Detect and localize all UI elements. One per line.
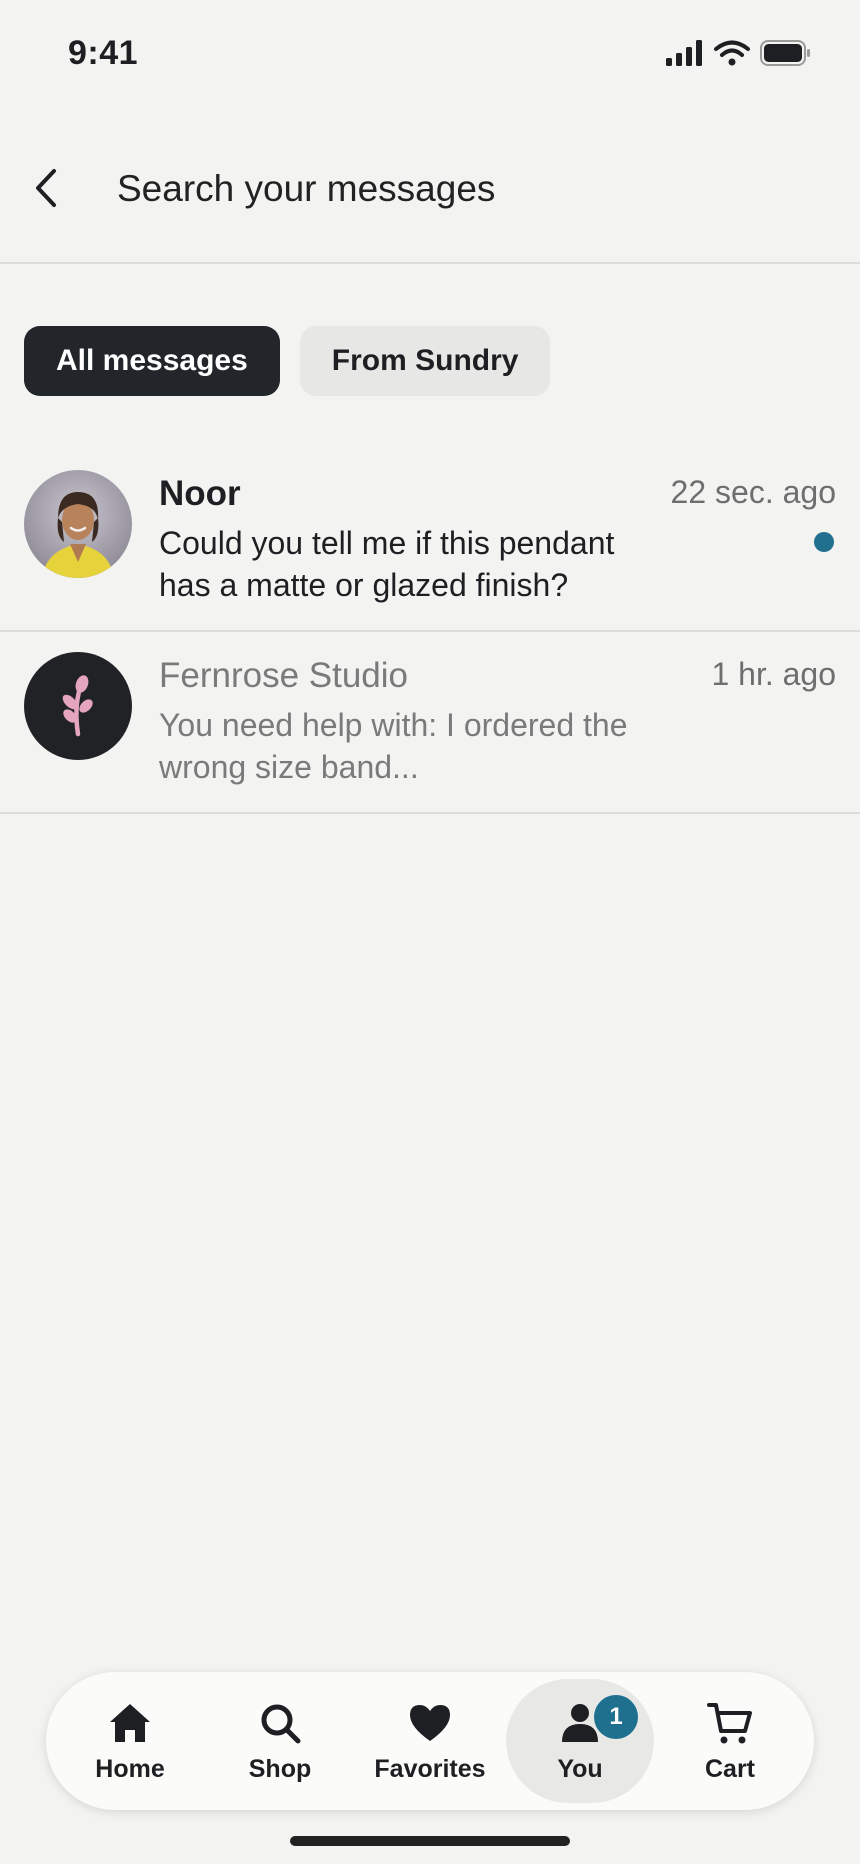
message-row-fernrose[interactable]: Fernrose Studio 1 hr. ago You need help … xyxy=(0,632,860,814)
cart-icon xyxy=(706,1699,754,1747)
signal-icon xyxy=(666,40,704,71)
nav-cart[interactable]: Cart xyxy=(656,1679,804,1803)
nav-favorites[interactable]: Favorites xyxy=(356,1679,504,1803)
nav-shop[interactable]: Shop xyxy=(206,1679,354,1803)
wifi-icon xyxy=(714,40,750,71)
search-input[interactable]: Search your messages xyxy=(117,168,495,210)
nav-label: Favorites xyxy=(374,1754,486,1783)
back-button[interactable] xyxy=(20,160,70,220)
bottom-nav: Home Shop Favorites You 1 Cart xyxy=(46,1672,814,1810)
nav-you[interactable]: You 1 xyxy=(506,1679,654,1803)
chevron-left-icon xyxy=(32,168,58,213)
status-icons xyxy=(666,40,812,71)
message-preview: Could you tell me if this pendant has a … xyxy=(159,525,615,603)
message-row-noor[interactable]: Noor 22 sec. ago Could you tell me if th… xyxy=(0,450,860,632)
chip-all-messages[interactable]: All messages xyxy=(24,326,280,396)
status-bar: 9:41 xyxy=(0,0,860,110)
unread-dot xyxy=(814,532,834,552)
nav-home[interactable]: Home xyxy=(56,1679,204,1803)
search-icon xyxy=(256,1699,304,1747)
avatar xyxy=(24,470,132,578)
nav-label: Shop xyxy=(248,1754,312,1783)
heart-icon xyxy=(406,1699,454,1747)
chip-from-sundry[interactable]: From Sundry xyxy=(299,326,551,396)
message-preview: You need help with: I ordered the wrong … xyxy=(159,707,628,785)
nav-label: Cart xyxy=(704,1754,755,1783)
message-time: 1 hr. ago xyxy=(711,656,836,692)
sender-name: Fernrose Studio xyxy=(159,656,409,695)
search-header: Search your messages xyxy=(0,130,860,264)
avatar xyxy=(24,652,132,760)
nav-label: Home xyxy=(95,1754,165,1783)
message-time: 22 sec. ago xyxy=(670,474,836,510)
filter-chips: All messages From Sundry xyxy=(24,326,551,396)
status-time: 9:41 xyxy=(68,34,139,72)
nav-label: You xyxy=(557,1754,603,1783)
battery-icon xyxy=(760,40,812,71)
sender-name: Noor xyxy=(159,474,241,513)
home-icon xyxy=(106,1699,154,1747)
home-indicator xyxy=(290,1836,570,1846)
notification-badge: 1 xyxy=(594,1695,638,1739)
